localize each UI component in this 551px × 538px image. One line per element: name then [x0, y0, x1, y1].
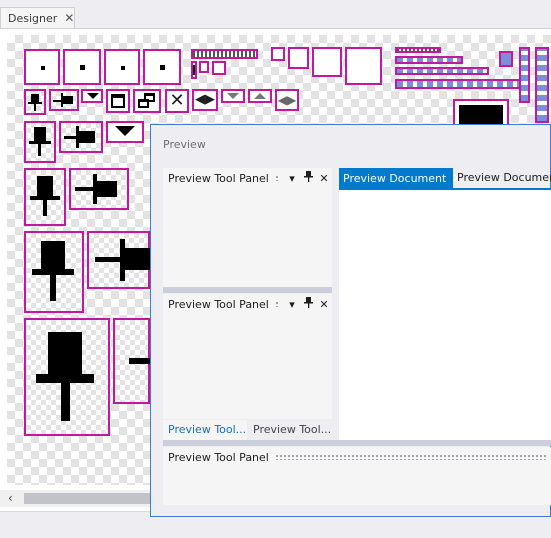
- pin-horizontal-icon[interactable]: [113, 318, 150, 404]
- tool-panel-title: Preview Tool Panel: [168, 297, 269, 311]
- pin-icon[interactable]: [300, 297, 316, 311]
- scrollbar-thumb[interactable]: [24, 493, 154, 504]
- glyph-dot-medium[interactable]: [63, 49, 101, 85]
- arrows-left-right-gray-icon[interactable]: ◀▶: [275, 89, 299, 111]
- glyph-square[interactable]: [312, 47, 342, 77]
- tool-panel-header[interactable]: Preview Tool Panel ▾ ✕: [163, 294, 332, 314]
- pin-horizontal-icon[interactable]: [49, 89, 79, 111]
- tool-panel-body: [163, 188, 332, 287]
- glyph-dot-small[interactable]: [104, 49, 140, 85]
- document-tab-active[interactable]: Preview Document ✕: [339, 168, 462, 188]
- tool-panel-bottom[interactable]: Preview Tool Panel: [163, 447, 551, 505]
- glyph-square-small[interactable]: [212, 61, 226, 75]
- glyph-dot-medium[interactable]: [143, 49, 181, 85]
- glyph-square[interactable]: [271, 47, 285, 61]
- glyph-color-swatch[interactable]: [499, 51, 513, 67]
- tool-panel-body: [163, 314, 332, 419]
- glyph-square-small[interactable]: [199, 61, 209, 73]
- tool-panel-title: Preview Tool Panel: [168, 450, 269, 464]
- arrows-left-right-icon[interactable]: ◀▶: [192, 89, 218, 111]
- glyph-square-large[interactable]: [345, 47, 382, 85]
- glyph-bar-small[interactable]: [191, 61, 197, 79]
- preview-window[interactable]: Preview Preview Tool Panel ▾ ✕ Preview T…: [150, 124, 551, 517]
- close-icon[interactable]: ✕: [316, 172, 332, 185]
- chevron-down-icon[interactable]: ▾: [284, 298, 300, 311]
- preview-title: Preview: [163, 138, 206, 151]
- glyph-striped-bar-vertical[interactable]: [519, 47, 530, 103]
- pin-horizontal-icon[interactable]: [69, 168, 129, 210]
- pin-horizontal-icon[interactable]: [59, 121, 103, 153]
- chevron-down-icon[interactable]: [81, 89, 103, 103]
- glyph-dotted-strip[interactable]: [395, 47, 441, 53]
- pin-icon[interactable]: [24, 231, 84, 313]
- tool-panel-middle[interactable]: Preview Tool Panel ▾ ✕: [163, 294, 332, 419]
- vertical-splitter[interactable]: [332, 168, 337, 440]
- pin-icon[interactable]: [24, 89, 46, 115]
- drag-grip[interactable]: [274, 175, 278, 181]
- document-tab-label: Preview Document: [343, 172, 447, 185]
- window-icon[interactable]: [106, 89, 130, 113]
- document-body[interactable]: [339, 190, 551, 440]
- tool-panel-tab[interactable]: Preview Tool...: [248, 420, 332, 440]
- glyph-striped-bar[interactable]: [395, 79, 523, 89]
- tool-panel-top[interactable]: Preview Tool Panel ▾ ✕: [163, 168, 332, 287]
- scroll-left-icon[interactable]: ‹: [8, 491, 13, 505]
- tool-panel-body: [163, 467, 551, 505]
- designer-tab-label: Designer: [8, 11, 58, 25]
- chevron-down-icon[interactable]: [106, 121, 144, 143]
- tool-panel-title: Preview Tool Panel: [168, 171, 269, 185]
- document-tab[interactable]: Preview Document: [453, 168, 551, 188]
- close-icon[interactable]: ✕: [64, 11, 74, 25]
- pin-icon[interactable]: [24, 318, 110, 436]
- designer-tab[interactable]: Designer ✕: [0, 7, 75, 28]
- glyph-striped-bar[interactable]: [395, 56, 463, 64]
- pin-horizontal-icon[interactable]: [87, 231, 152, 289]
- glyph-dotted-strip[interactable]: [191, 49, 258, 59]
- document-tab-label: Preview Document: [457, 171, 551, 184]
- horizontal-scrollbar[interactable]: ‹: [0, 490, 160, 507]
- glyph-striped-bar[interactable]: [395, 67, 489, 75]
- panel-splitter[interactable]: [163, 440, 551, 446]
- restore-icon[interactable]: [133, 89, 161, 113]
- close-glyph-icon[interactable]: ✕: [165, 89, 189, 113]
- chevron-down-gray-icon[interactable]: [221, 89, 245, 103]
- tool-panel-tab-active[interactable]: Preview Tool...: [163, 420, 247, 440]
- pin-icon[interactable]: [24, 168, 66, 226]
- pin-icon[interactable]: [300, 171, 316, 185]
- tool-panel-header[interactable]: Preview Tool Panel: [163, 447, 551, 467]
- panel-splitter[interactable]: [163, 287, 332, 293]
- glyph-striped-bar-vertical[interactable]: [535, 47, 549, 123]
- tool-panel-header[interactable]: Preview Tool Panel ▾ ✕: [163, 168, 332, 188]
- glyph-square[interactable]: [288, 47, 309, 69]
- drag-grip[interactable]: [274, 454, 546, 460]
- glyph-dot-small[interactable]: [24, 49, 60, 85]
- close-icon[interactable]: ✕: [316, 298, 332, 311]
- drag-grip[interactable]: [274, 301, 278, 307]
- pin-icon[interactable]: [24, 121, 56, 163]
- chevron-down-icon[interactable]: ▾: [284, 172, 300, 185]
- chevron-up-gray-icon[interactable]: [248, 89, 272, 103]
